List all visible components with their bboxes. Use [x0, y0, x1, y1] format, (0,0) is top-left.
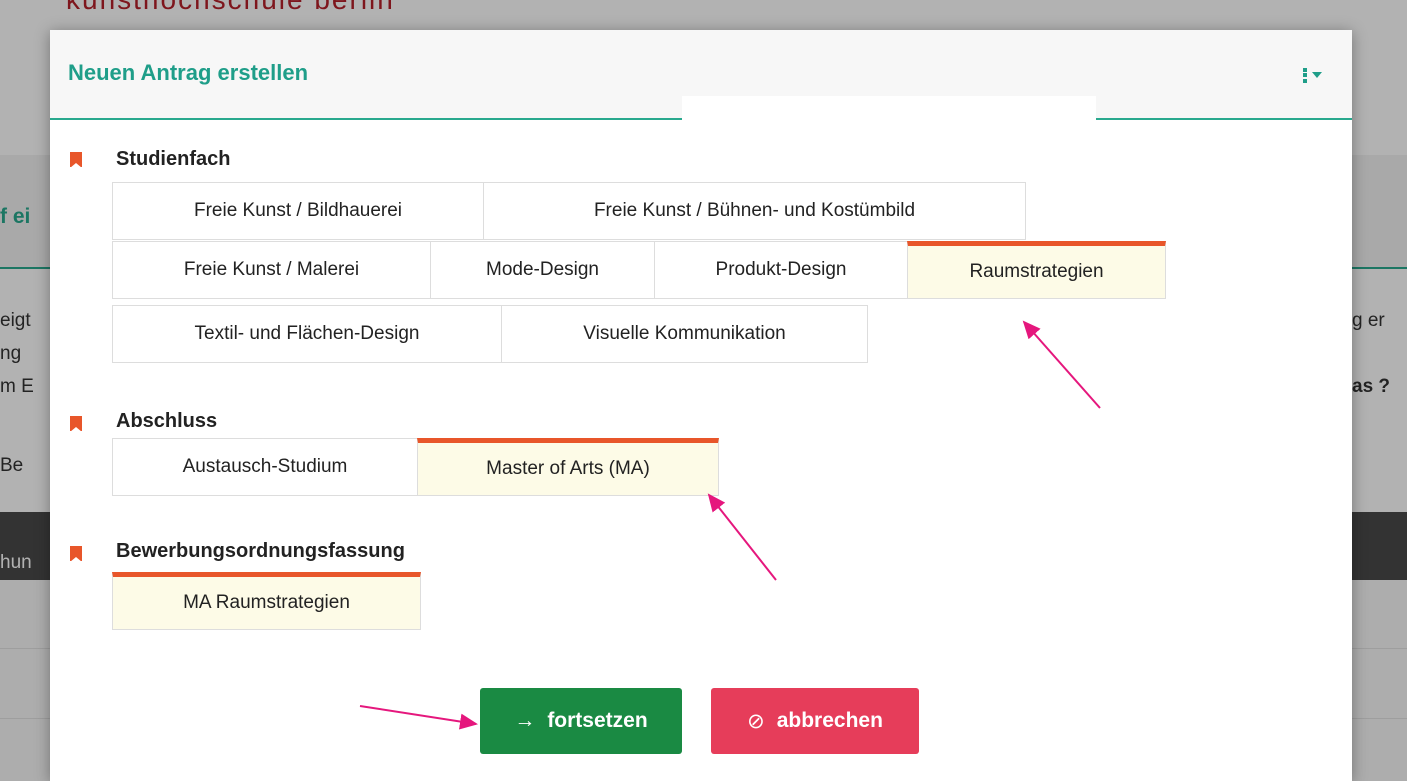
bookmark-icon	[70, 152, 82, 168]
studienfach-option[interactable]: Freie Kunst / Malerei	[112, 241, 431, 299]
studienfach-option[interactable]: Mode-Design	[430, 241, 655, 299]
bewerbungsordnung-option-selected[interactable]: MA Raumstrategien	[112, 572, 421, 630]
abschluss-label: Abschluss	[116, 410, 218, 432]
chevron-down-icon	[1312, 72, 1322, 79]
ban-icon: ⊘	[747, 709, 765, 733]
studienfach-option[interactable]: Visuelle Kommunikation	[501, 305, 868, 363]
studienfach-option[interactable]: Freie Kunst / Bildhauerei	[112, 182, 484, 240]
studienfach-option-selected[interactable]: Raumstrategien	[907, 241, 1166, 299]
dialog-menu-button[interactable]	[1303, 64, 1322, 85]
cancel-button[interactable]: ⊘ abbrechen	[711, 688, 919, 754]
abschluss-option[interactable]: Austausch-Studium	[112, 438, 418, 496]
bookmark-icon	[70, 416, 82, 432]
cancel-button-label: abbrechen	[776, 709, 883, 732]
redacted-area	[682, 96, 1096, 132]
continue-button[interactable]: → fortsetzen	[480, 688, 682, 754]
bewerbungsordnung-label: Bewerbungsordnungsfassung	[116, 540, 405, 562]
bookmark-icon	[70, 546, 82, 562]
studienfach-option[interactable]: Produkt-Design	[654, 241, 908, 299]
more-vertical-icon	[1303, 66, 1308, 84]
studienfach-label: Studienfach	[116, 148, 231, 170]
abschluss-option-selected[interactable]: Master of Arts (MA)	[417, 438, 719, 496]
studienfach-option[interactable]: Textil- und Flächen-Design	[112, 305, 502, 363]
new-application-dialog: Neuen Antrag erstellen Studienfach Freie…	[50, 30, 1352, 781]
studienfach-option[interactable]: Freie Kunst / Bühnen- und Kostümbild	[483, 182, 1026, 240]
continue-button-label: fortsetzen	[547, 709, 648, 732]
arrow-right-icon: →	[514, 709, 536, 732]
dialog-title: Neuen Antrag erstellen	[68, 60, 309, 85]
